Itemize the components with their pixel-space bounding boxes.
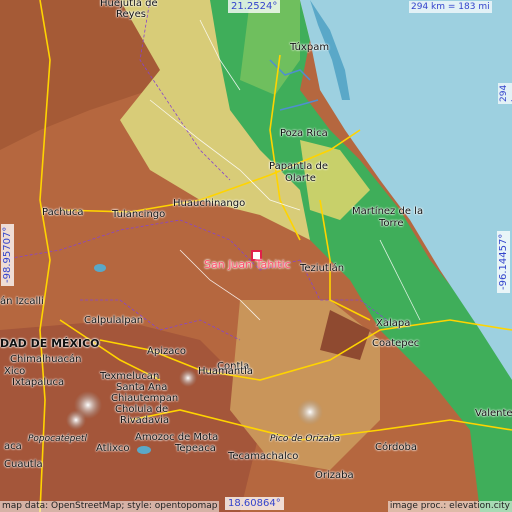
lake xyxy=(94,264,106,272)
place-label: Amozoc de Mota xyxy=(135,432,219,443)
place-label: Apizaco xyxy=(147,346,186,357)
place-label: Coatepec xyxy=(372,338,420,349)
place-label: Rivadavia xyxy=(120,415,170,426)
map-credit: map data: OpenStreetMap; style: opentopo… xyxy=(0,501,220,512)
place-label: Martínez de la xyxy=(352,206,424,217)
coord-top: 21.2524° xyxy=(228,0,281,13)
place-label: Torre xyxy=(379,218,404,229)
coord-right: -96.14457° xyxy=(497,230,510,293)
place-label: aca xyxy=(4,441,22,452)
lake xyxy=(137,446,151,454)
place-label: Chimalhuacán xyxy=(10,354,82,365)
place-label: DAD DE MÉXICO xyxy=(0,337,100,350)
place-label: Tepeaca xyxy=(175,443,216,454)
place-label: Olarte xyxy=(285,173,316,184)
malinche-peak xyxy=(179,369,197,387)
place-label: Ixtapaluca xyxy=(12,377,65,388)
place-label: Papantla de xyxy=(269,161,329,172)
place-label: Calpulalpan xyxy=(84,315,144,326)
place-label: Túxpam xyxy=(290,42,330,53)
coord-bottom: 18.60864° xyxy=(225,497,284,510)
map-view[interactable]: Huejutla de Reyes Túxpam Poza Rica Papan… xyxy=(0,0,512,512)
place-label: Atlixco xyxy=(96,443,130,454)
place-label: Valente D xyxy=(475,408,512,419)
image-credit: image proc.: elevation.city xyxy=(387,501,512,512)
coord-left: -98.95707° xyxy=(1,223,14,286)
iztaccihuatl-peak xyxy=(66,410,86,430)
peak-label: Pico de Orizaba xyxy=(270,434,341,444)
peak-label: Popocatépetl xyxy=(28,434,87,444)
orizaba-peak xyxy=(297,399,323,425)
scale-vertical: 294 km = 183 mi xyxy=(498,82,512,104)
place-label: Reyes xyxy=(116,9,146,20)
focus-location-label: San Juan Tahitic xyxy=(204,258,291,271)
place-label: Teziutlán xyxy=(300,263,345,274)
place-label: Tecamachalco xyxy=(228,451,299,462)
place-label: Xalapa xyxy=(376,318,411,329)
place-label: Poza Rica xyxy=(280,128,328,139)
place-label: án Izcalli xyxy=(0,296,44,307)
place-label: Pachuca xyxy=(42,207,84,218)
place-label: Huauchinango xyxy=(173,198,246,209)
place-label: Tulancingo xyxy=(112,209,166,220)
place-label: Huamantla xyxy=(198,366,254,377)
place-label: Orizaba xyxy=(315,470,354,481)
scale-horizontal: 294 km = 183 mi xyxy=(409,1,492,13)
place-label: Córdoba xyxy=(375,442,417,453)
place-label: Cuautla xyxy=(4,459,43,470)
